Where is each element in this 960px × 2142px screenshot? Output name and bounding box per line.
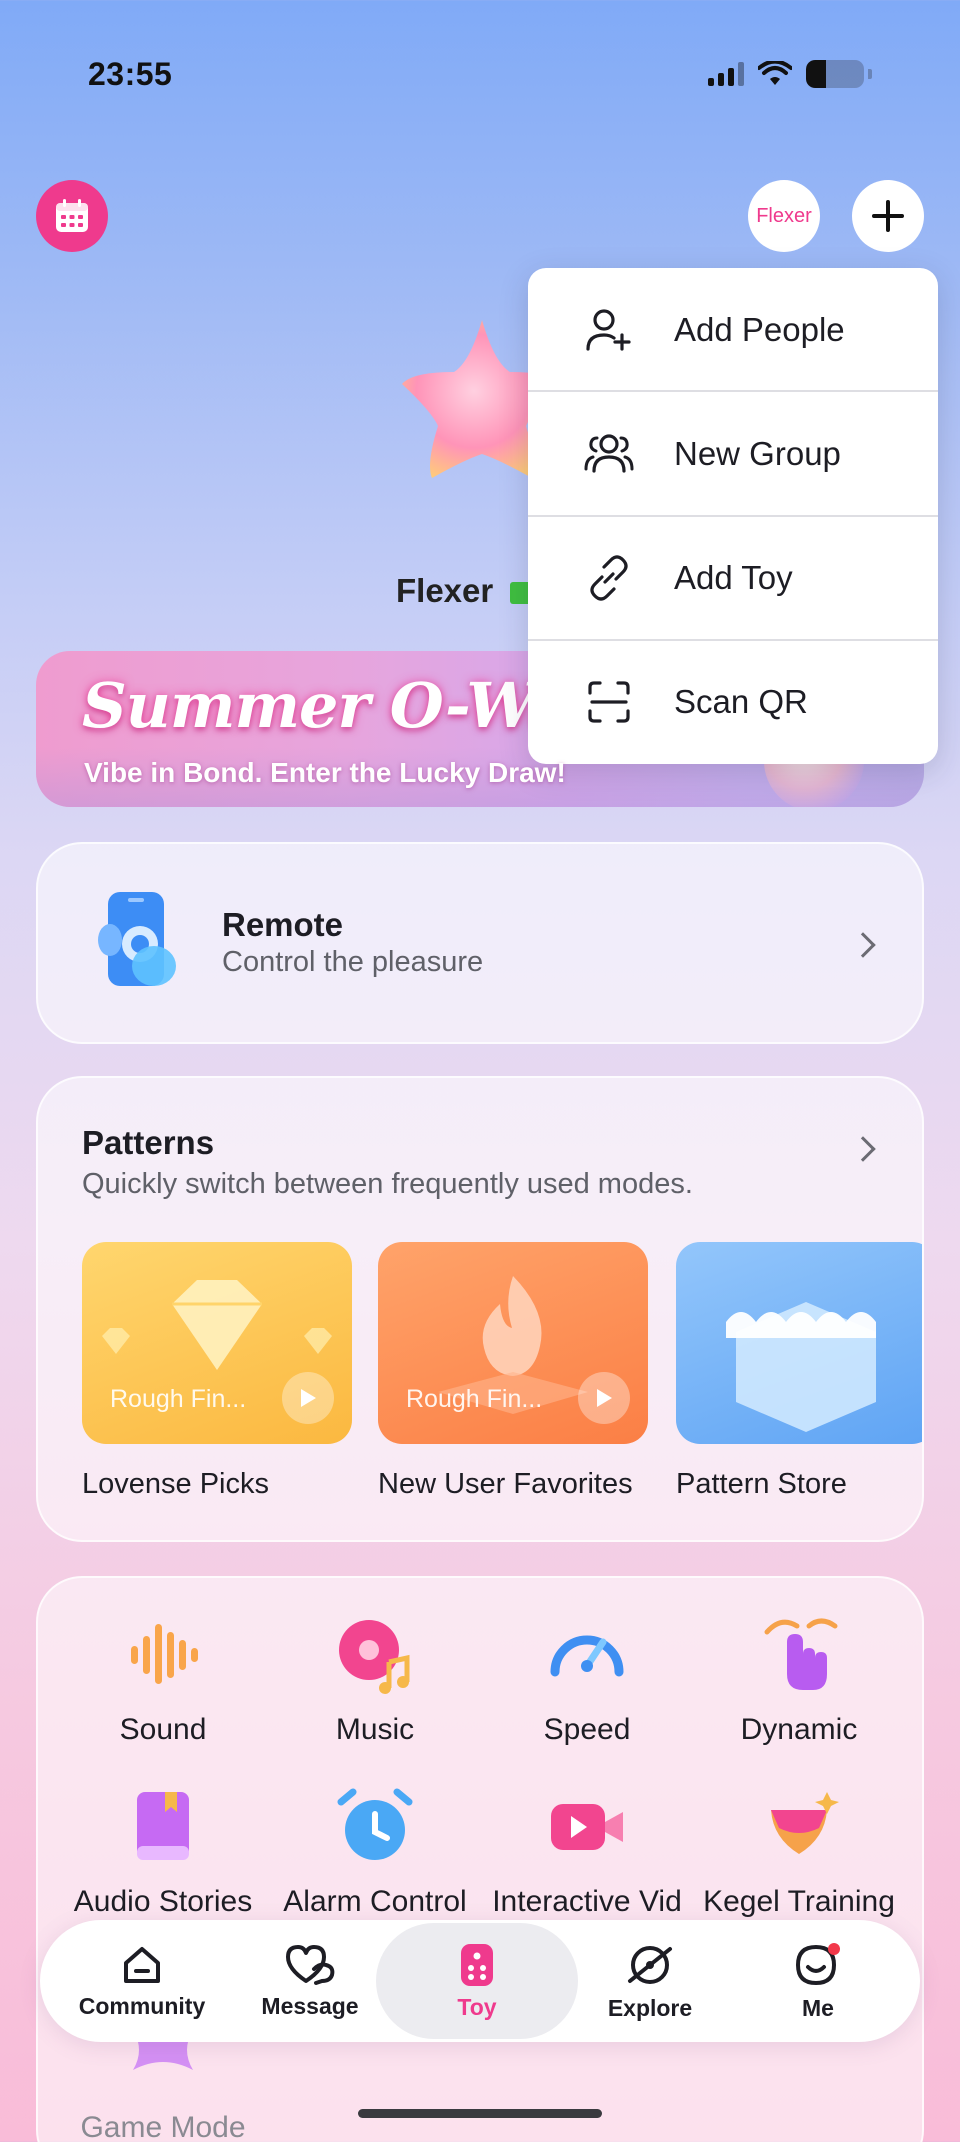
pattern-card-pattern-store[interactable] — [676, 1242, 922, 1444]
video-camera-icon — [551, 1804, 623, 1850]
cellular-signal-icon — [708, 62, 744, 86]
tab-toy[interactable]: Toy — [376, 1923, 578, 2039]
pattern-label: Lovense Picks — [82, 1468, 269, 1500]
phone-remote-icon — [98, 892, 176, 986]
battery-cap — [868, 69, 872, 79]
feature-music[interactable]: Music — [270, 1612, 480, 1747]
speedometer-icon — [550, 1635, 624, 1677]
tab-me[interactable]: Me — [730, 1920, 906, 2042]
feature-interactive-video[interactable]: Interactive Vid — [482, 1784, 692, 1919]
play-icon — [301, 1389, 316, 1407]
tab-explore[interactable]: Explore — [562, 1920, 738, 2042]
pattern-overlay-text: Rough Fin... — [110, 1385, 247, 1413]
heart-chat-icon — [286, 1944, 335, 1985]
feature-kegel-training[interactable]: Kegel Training — [694, 1784, 904, 1919]
patterns-subtitle: Quickly switch between frequently used m… — [82, 1168, 693, 1200]
home-indicator[interactable] — [358, 2109, 602, 2118]
hand-tap-icon — [764, 1618, 838, 1690]
scan-icon — [588, 681, 630, 723]
store-icon — [726, 1302, 876, 1432]
add-button[interactable] — [852, 180, 924, 252]
remote-title: Remote — [222, 906, 344, 943]
wifi-icon — [758, 61, 792, 85]
home-icon — [124, 1946, 160, 1983]
book-icon — [137, 1792, 189, 1860]
play-icon — [597, 1389, 612, 1407]
feature-label: Dynamic — [740, 1713, 858, 1746]
calendar-icon — [56, 199, 88, 232]
status-time: 23:55 — [88, 56, 173, 92]
menu-item-scan-qr[interactable]: Scan QR — [528, 640, 938, 764]
music-disc-icon — [339, 1620, 410, 1694]
tab-label: Explore — [607, 1994, 693, 2021]
profile-avatar-button[interactable]: Flexer — [748, 180, 820, 252]
play-button[interactable] — [578, 1372, 630, 1424]
patterns-title: Patterns — [82, 1124, 215, 1161]
banner-subtitle: Vibe in Bond. Enter the Lucky Draw! — [84, 757, 566, 788]
chevron-right-icon[interactable] — [850, 1136, 876, 1162]
plus-icon — [872, 200, 904, 232]
menu-item-label: Add Toy — [674, 559, 793, 596]
calendar-button[interactable] — [36, 180, 108, 252]
group-icon — [584, 434, 634, 473]
tab-label: Community — [78, 1992, 206, 2019]
feature-label: Interactive Vid — [492, 1885, 682, 1918]
menu-item-label: Add People — [674, 311, 845, 348]
link-icon — [590, 555, 628, 601]
menu-item-label: New Group — [674, 435, 841, 472]
play-button[interactable] — [282, 1372, 334, 1424]
add-person-icon — [586, 309, 631, 351]
feature-alarm-control[interactable]: Alarm Control — [270, 1784, 480, 1919]
feature-label: Sound — [119, 1713, 207, 1746]
feature-label: Music — [335, 1713, 415, 1746]
face-icon — [795, 1942, 840, 1985]
battery-icon — [806, 60, 864, 88]
feature-label: Alarm Control — [283, 1885, 467, 1918]
menu-item-label: Scan QR — [674, 683, 808, 720]
remote-subtitle: Control the pleasure — [222, 946, 484, 978]
menu-item-add-people[interactable]: Add People — [528, 268, 938, 392]
pattern-card-lovense-picks[interactable]: Rough Fin... — [82, 1242, 352, 1444]
alarm-clock-icon — [337, 1788, 413, 1860]
chevron-right-icon — [850, 932, 876, 958]
remote-card[interactable]: Remote Control the pleasure — [36, 842, 924, 1044]
pattern-overlay-text: Rough Fin... — [406, 1385, 543, 1413]
features-card: Sound Music Speed Dynamic Audio Stories — [36, 1576, 924, 2142]
pattern-label: New User Favorites — [378, 1468, 633, 1500]
feature-label: Game Mode — [80, 2111, 246, 2142]
device-name[interactable]: Flexer — [396, 572, 493, 610]
feature-sound[interactable]: Sound — [58, 1612, 268, 1747]
feature-dynamic[interactable]: Dynamic — [694, 1612, 904, 1747]
feature-label: Audio Stories — [73, 1885, 253, 1918]
status-icons — [708, 60, 872, 88]
feature-audio-stories[interactable]: Audio Stories — [58, 1784, 268, 1919]
pattern-label: Pattern Store — [676, 1468, 847, 1500]
pattern-card-new-user-favorites[interactable]: Rough Fin... — [378, 1242, 648, 1444]
menu-item-new-group[interactable]: New Group — [528, 392, 938, 516]
remote-icon — [461, 1943, 493, 1986]
tab-community[interactable]: Community — [54, 1920, 230, 2042]
tab-label: Me — [802, 1994, 834, 2021]
notification-dot — [828, 1942, 840, 1955]
sound-wave-icon — [131, 1624, 198, 1684]
feature-label: Speed — [543, 1713, 631, 1746]
feature-label: Kegel Training — [703, 1885, 895, 1918]
add-dropdown-menu: Add People New Group Add Toy Scan QR — [528, 268, 938, 764]
feature-speed[interactable]: Speed — [482, 1612, 692, 1747]
kegel-icon — [771, 1792, 839, 1854]
tab-label: Toy — [457, 1993, 497, 2020]
patterns-card: Patterns Quickly switch between frequent… — [36, 1076, 924, 1542]
tab-message[interactable]: Message — [222, 1920, 398, 2042]
bottom-tab-bar: Community Message Toy Explore Me — [40, 1920, 920, 2042]
menu-item-add-toy[interactable]: Add Toy — [528, 516, 938, 640]
tab-label: Message — [261, 1992, 359, 2019]
planet-icon — [628, 1945, 672, 1984]
